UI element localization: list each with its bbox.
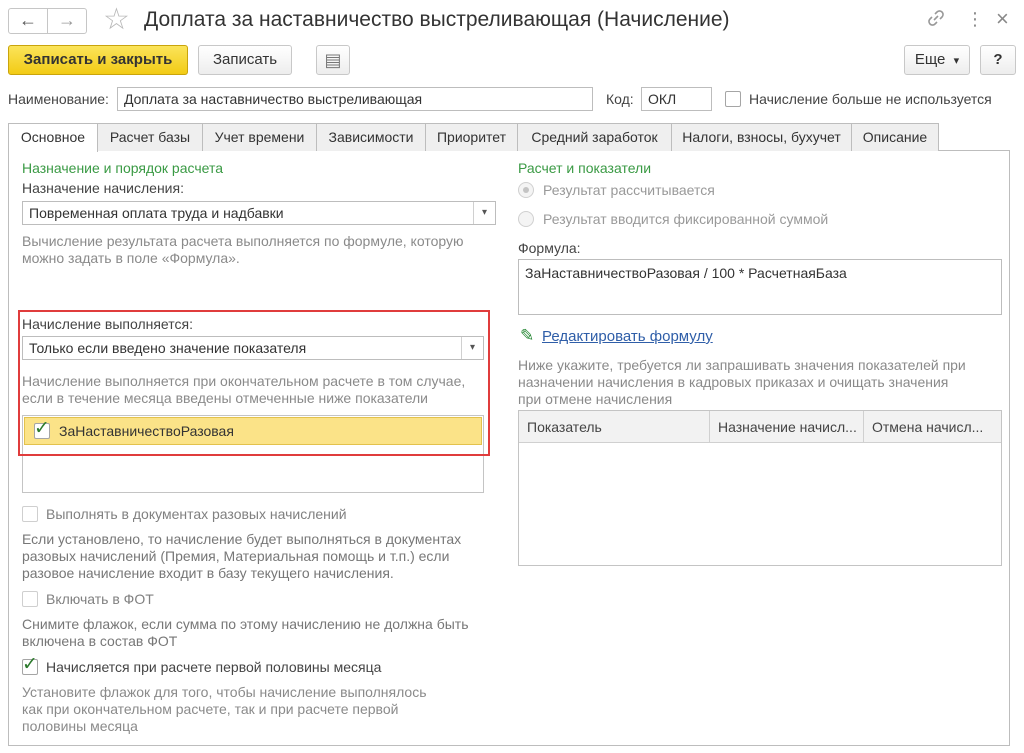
window-title: Доплата за наставничество выстреливающая… bbox=[144, 8, 730, 31]
indicators-settings-table[interactable]: Показатель Назначение начисл... Отмена н… bbox=[518, 410, 1002, 566]
radio-calculated-label: Результат рассчитывается bbox=[543, 182, 715, 198]
purpose-label: Назначение начисления: bbox=[22, 180, 184, 196]
unused-checkbox[interactable] bbox=[725, 91, 741, 107]
highlight-frame bbox=[18, 310, 490, 456]
close-icon[interactable]: × bbox=[996, 8, 1009, 30]
one-time-hint-3: разовое начисление входит в базу текущег… bbox=[22, 565, 394, 581]
one-time-label: Выполнять в документах разовых начислени… bbox=[46, 506, 347, 522]
fot-hint-1: Снимите флажок, если сумма по этому начи… bbox=[22, 616, 469, 632]
tab-taxes[interactable]: Налоги, взносы, бухучет bbox=[671, 123, 852, 151]
fot-hint-2: включена в состав ФОТ bbox=[22, 633, 178, 649]
left-section-title: Назначение и порядок расчета bbox=[22, 160, 224, 176]
first-half-hint-2: как при окончательном расчете, так и при… bbox=[22, 701, 399, 717]
right-hint-3: при отмене начисления bbox=[518, 391, 673, 407]
more-menu-label: Еще bbox=[914, 51, 946, 68]
one-time-hint-1: Если установлено, то начисление будет вы… bbox=[22, 531, 462, 547]
column-header-indicator[interactable]: Показатель bbox=[519, 411, 710, 443]
link-icon[interactable] bbox=[926, 8, 946, 35]
more-menu-button[interactable]: Еще ▾ bbox=[904, 45, 970, 75]
favorite-star-icon[interactable]: ☆ bbox=[103, 3, 130, 37]
tab-dependencies[interactable]: Зависимости bbox=[316, 123, 426, 151]
report-icon[interactable]: ▤ bbox=[316, 45, 350, 75]
save-and-close-button[interactable]: Записать и закрыть bbox=[8, 45, 188, 75]
one-time-hint-2: разовых начислений (Премия, Материальная… bbox=[22, 548, 450, 564]
radio-dot bbox=[523, 187, 529, 193]
code-label: Код: bbox=[606, 91, 634, 107]
chevron-down-icon: ▾ bbox=[953, 55, 960, 67]
one-time-checkbox[interactable] bbox=[22, 506, 38, 522]
right-hint-1: Ниже укажите, требуется ли запрашивать з… bbox=[518, 357, 966, 373]
code-input[interactable]: ОКЛ bbox=[641, 87, 712, 111]
chevron-down-icon[interactable]: ▾ bbox=[473, 202, 495, 224]
tab-average-earnings[interactable]: Средний заработок bbox=[517, 123, 672, 151]
tab-main[interactable]: Основное bbox=[8, 123, 98, 152]
chain-link-icon bbox=[928, 10, 944, 26]
check-icon: ✓ bbox=[22, 654, 38, 675]
radio-fixed[interactable] bbox=[518, 211, 534, 227]
tab-base-calc[interactable]: Расчет базы bbox=[97, 123, 203, 151]
purpose-select[interactable]: Повременная оплата труда и надбавки bbox=[22, 201, 496, 225]
name-input[interactable]: Доплата за наставничество выстреливающая bbox=[117, 87, 593, 111]
first-half-label: Начисляется при расчете первой половины … bbox=[46, 659, 382, 675]
back-button[interactable]: ← bbox=[8, 8, 48, 34]
save-button[interactable]: Записать bbox=[198, 45, 292, 75]
tab-description[interactable]: Описание bbox=[851, 123, 939, 151]
right-section-title: Расчет и показатели bbox=[518, 160, 652, 176]
forward-button[interactable]: → bbox=[47, 8, 87, 34]
purpose-hint-1: Вычисление результата расчета выполняетс… bbox=[22, 233, 464, 249]
edit-formula-link[interactable]: Редактировать формулу bbox=[542, 328, 713, 345]
column-header-assignment[interactable]: Назначение начисл... bbox=[710, 411, 864, 443]
purpose-hint-2: можно задать в поле «Формула». bbox=[22, 250, 240, 266]
fot-label: Включать в ФОТ bbox=[46, 591, 154, 607]
column-header-cancellation[interactable]: Отмена начисл... bbox=[864, 411, 1001, 443]
radio-fixed-label: Результат вводится фиксированной суммой bbox=[543, 211, 829, 227]
right-hint-2: назначении начисления в кадровых приказа… bbox=[518, 374, 949, 390]
help-button[interactable]: ? bbox=[980, 45, 1016, 75]
unused-label: Начисление больше не используется bbox=[749, 91, 992, 107]
first-half-checkbox[interactable]: ✓ bbox=[22, 654, 38, 675]
first-half-hint-3: половины месяца bbox=[22, 718, 138, 734]
fot-checkbox[interactable] bbox=[22, 591, 38, 607]
pencil-icon: ✎ bbox=[520, 326, 535, 345]
tab-time-accounting[interactable]: Учет времени bbox=[202, 123, 317, 151]
first-half-hint-1: Установите флажок для того, чтобы начисл… bbox=[22, 684, 427, 700]
formula-label: Формула: bbox=[518, 240, 581, 256]
formula-field[interactable]: ЗаНаставничествоРазовая / 100 * Расчетна… bbox=[518, 259, 1002, 315]
radio-calculated[interactable] bbox=[518, 182, 534, 198]
name-label: Наименование: bbox=[8, 91, 109, 107]
purpose-select-value: Повременная оплата труда и надбавки bbox=[29, 205, 284, 221]
more-options-icon[interactable]: ⋮ bbox=[966, 8, 984, 30]
tab-priority[interactable]: Приоритет bbox=[425, 123, 518, 151]
